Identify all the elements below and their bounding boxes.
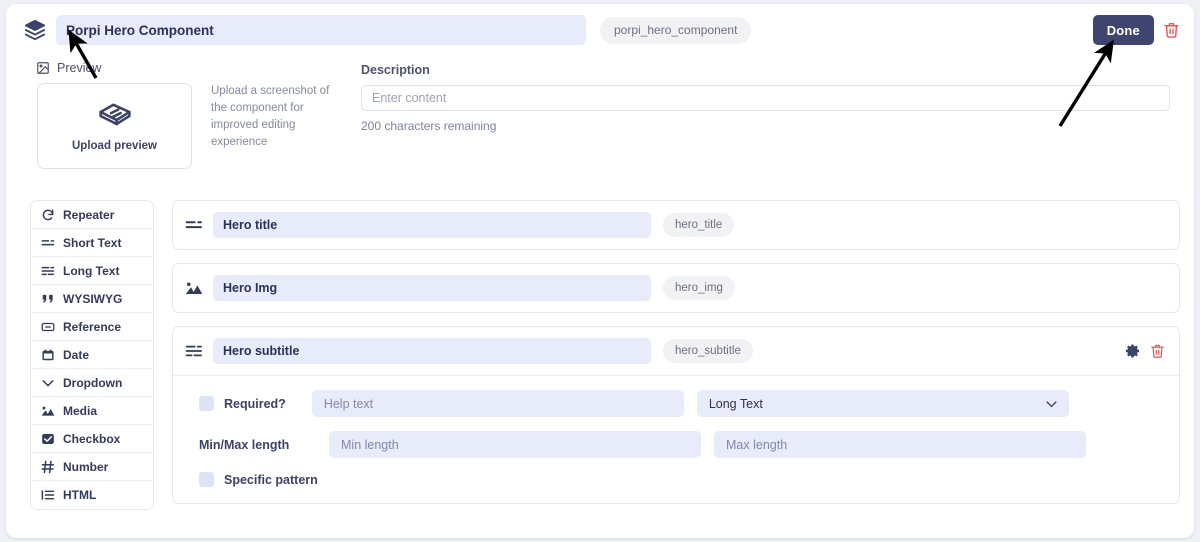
- layers-icon: [24, 19, 46, 41]
- image-icon: [36, 61, 50, 75]
- field-type-palette: Repeater Short Text Long Text WYSIWYG Re…: [30, 200, 154, 510]
- short-text-icon: [41, 236, 55, 250]
- sidebar-item-media[interactable]: Media: [31, 397, 153, 425]
- sidebar-item-wysiwyg[interactable]: WYSIWYG: [31, 285, 153, 313]
- sidebar-item-label: Dropdown: [63, 375, 123, 390]
- app-root: porpi_hero_component Done: [0, 0, 1200, 542]
- field-header: hero_subtitle: [173, 327, 1179, 375]
- sidebar-item-label: Short Text: [63, 235, 122, 250]
- trash-icon[interactable]: [1163, 21, 1180, 39]
- required-label: Required?: [224, 396, 286, 411]
- field-type-select[interactable]: Long Text: [696, 390, 1069, 417]
- pattern-row: Specific pattern: [199, 472, 1165, 487]
- sidebar-item-long-text[interactable]: Long Text: [31, 257, 153, 285]
- minmax-row: Min/Max length: [199, 431, 1165, 458]
- sidebar-item-reference[interactable]: Reference: [31, 313, 153, 341]
- description-input[interactable]: [361, 85, 1170, 111]
- hash-icon: [41, 460, 55, 474]
- sidebar-item-dropdown[interactable]: Dropdown: [31, 369, 153, 397]
- sidebar-item-label: WYSIWYG: [63, 291, 123, 306]
- help-text-input[interactable]: [311, 390, 684, 417]
- required-checkbox[interactable]: [199, 396, 214, 411]
- component-editor-card: porpi_hero_component Done: [6, 4, 1194, 538]
- chevron-down-icon: [41, 376, 55, 390]
- field-name-input[interactable]: [213, 275, 651, 301]
- sidebar-item-html[interactable]: HTML: [31, 481, 153, 509]
- done-button[interactable]: Done: [1092, 15, 1154, 45]
- sidebar-item-repeater[interactable]: Repeater: [31, 201, 153, 229]
- specific-pattern-checkbox[interactable]: [199, 472, 214, 487]
- editor-header: porpi_hero_component Done: [6, 4, 1194, 56]
- sidebar-item-date[interactable]: Date: [31, 341, 153, 369]
- sidebar-item-number[interactable]: Number: [31, 453, 153, 481]
- upload-hint-text: Upload a screenshot of the component for…: [211, 85, 330, 148]
- specific-pattern-label: Specific pattern: [224, 472, 318, 487]
- field-name-input[interactable]: [213, 212, 651, 238]
- long-text-icon: [41, 264, 55, 278]
- sidebar-item-label: HTML: [63, 488, 97, 502]
- long-text-icon: [185, 342, 203, 360]
- stack-icon: [94, 100, 136, 132]
- checkbox-icon: [41, 432, 55, 446]
- quote-icon: [41, 292, 55, 306]
- sidebar-item-label: Reference: [63, 319, 122, 334]
- field-row: hero_subtitle: [172, 326, 1180, 504]
- short-text-icon: [185, 216, 203, 234]
- upload-preview-label: Upload preview: [72, 140, 157, 152]
- field-header: hero_img: [173, 264, 1179, 312]
- image-icon: [185, 279, 203, 297]
- preview-label-text: Preview: [57, 61, 102, 75]
- required-row: Required? Long Text: [199, 390, 1165, 417]
- field-slug-chip: hero_subtitle: [663, 339, 753, 363]
- link-icon: [41, 320, 55, 334]
- sidebar-item-label: Date: [63, 347, 90, 362]
- sidebar-item-short-text[interactable]: Short Text: [31, 229, 153, 257]
- image-icon: [41, 404, 55, 418]
- sidebar-item-checkbox[interactable]: Checkbox: [31, 425, 153, 453]
- list-icon: [41, 488, 55, 502]
- description-label: Description: [361, 63, 430, 77]
- field-header: hero_title: [173, 201, 1179, 249]
- field-row: hero_img: [172, 263, 1180, 313]
- field-list: hero_title hero_img: [172, 200, 1180, 517]
- trash-icon[interactable]: [1150, 343, 1165, 359]
- field-settings-panel: Required? Long Text: [173, 375, 1179, 503]
- field-type-select-wrapper: Long Text: [696, 390, 1069, 417]
- component-title-input[interactable]: [56, 15, 586, 45]
- max-length-input[interactable]: [714, 431, 1086, 458]
- upload-preview-dropzone[interactable]: Upload preview: [37, 83, 192, 169]
- sidebar-item-label: Checkbox: [63, 431, 121, 446]
- gear-icon[interactable]: [1125, 343, 1141, 359]
- sidebar-item-label: Repeater: [63, 207, 115, 222]
- chars-remaining-text: 200 characters remaining: [361, 119, 497, 133]
- field-slug-chip: hero_title: [663, 213, 735, 237]
- component-slug-chip: porpi_hero_component: [600, 16, 752, 44]
- field-name-input[interactable]: [213, 338, 651, 364]
- field-slug-chip: hero_img: [663, 276, 735, 300]
- sidebar-item-label: Number: [63, 459, 109, 474]
- min-length-input[interactable]: [329, 431, 701, 458]
- repeat-icon: [41, 208, 55, 222]
- minmax-label: Min/Max length: [199, 437, 290, 452]
- calendar-icon: [41, 348, 55, 362]
- preview-label: Preview: [36, 61, 101, 75]
- sidebar-item-label: Long Text: [63, 263, 120, 278]
- field-row: hero_title: [172, 200, 1180, 250]
- sidebar-item-label: Media: [63, 403, 98, 418]
